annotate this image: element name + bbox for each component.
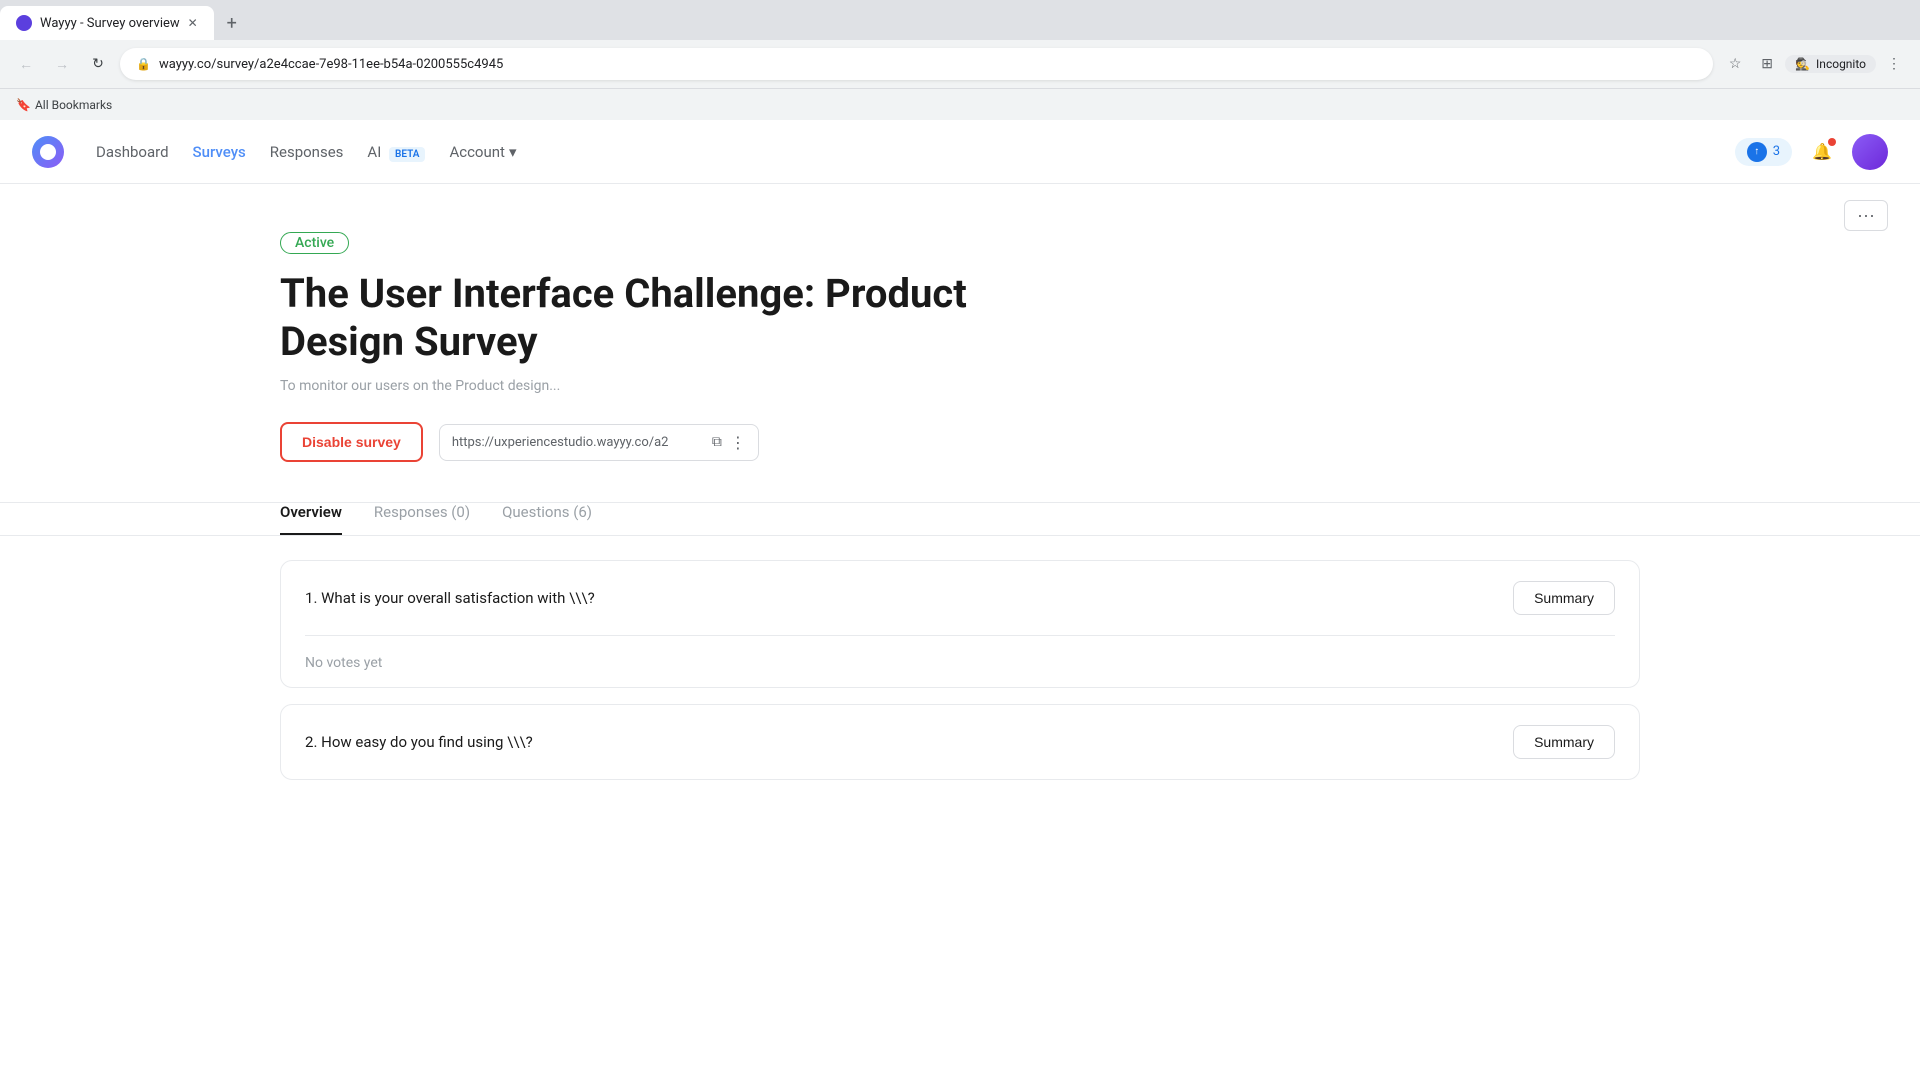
- tab-title: Wayyy - Survey overview: [40, 16, 180, 31]
- back-button[interactable]: ←: [12, 50, 40, 78]
- menu-button[interactable]: ⋮: [1880, 50, 1908, 78]
- survey-description: To monitor our users on the Product desi…: [280, 378, 1640, 394]
- tab-favicon: [16, 15, 32, 31]
- active-tab[interactable]: Wayyy - Survey overview ✕: [0, 6, 214, 40]
- browser-chrome: Wayyy - Survey overview ✕ + ← → ↻ 🔒 wayy…: [0, 0, 1920, 120]
- disable-survey-button[interactable]: Disable survey: [280, 422, 423, 462]
- incognito-icon: 🕵: [1795, 57, 1810, 71]
- bookmarks-label: All Bookmarks: [35, 98, 112, 112]
- forward-button[interactable]: →: [48, 50, 76, 78]
- chevron-down-icon: ▾: [509, 143, 517, 161]
- nav-responses[interactable]: Responses: [270, 139, 344, 165]
- tab-bar: Wayyy - Survey overview ✕ +: [0, 0, 1920, 40]
- no-votes-label-1: No votes yet: [305, 655, 382, 671]
- app-header: Dashboard Surveys Responses AI BETA Acco…: [0, 120, 1920, 184]
- questions-section: 1. What is your overall satisfaction wit…: [0, 536, 1920, 820]
- question-header-2: 2. How easy do you find using \\\? Summa…: [281, 705, 1639, 779]
- status-badge: Active: [280, 232, 349, 254]
- question-card-1: 1. What is your overall satisfaction wit…: [280, 560, 1640, 688]
- nav-account[interactable]: Account ▾: [449, 139, 516, 165]
- update-icon: ↑: [1747, 142, 1767, 162]
- reload-button[interactable]: ↻: [84, 50, 112, 78]
- more-options-button[interactable]: ···: [1844, 200, 1888, 231]
- question-body-1: No votes yet: [281, 636, 1639, 687]
- incognito-badge: 🕵 Incognito: [1785, 55, 1876, 73]
- summary-button-1[interactable]: Summary: [1513, 581, 1615, 615]
- tab-close-button[interactable]: ✕: [188, 16, 198, 30]
- url-text: wayyy.co/survey/a2e4ccae-7e98-11ee-b54a-…: [159, 57, 503, 72]
- tab-responses[interactable]: Responses (0): [374, 503, 470, 535]
- url-more-button[interactable]: ⋮: [730, 433, 746, 452]
- bookmark-button[interactable]: ☆: [1721, 50, 1749, 78]
- question-text-2: 2. How easy do you find using \\\?: [305, 733, 533, 751]
- update-icon-symbol: ↑: [1754, 146, 1759, 157]
- survey-title: The User Interface Challenge: Product De…: [280, 270, 1030, 366]
- new-tab-button[interactable]: +: [218, 9, 246, 37]
- copy-icon[interactable]: ⧉: [712, 434, 722, 450]
- app-nav: Dashboard Surveys Responses AI BETA Acco…: [96, 139, 1703, 165]
- nav-dashboard[interactable]: Dashboard: [96, 139, 169, 165]
- survey-tabs: Overview Responses (0) Questions (6): [280, 503, 1640, 535]
- survey-url-text: https://uxperiencestudio.wayyy.co/a2: [452, 435, 704, 450]
- avatar[interactable]: [1852, 134, 1888, 170]
- update-count: 3: [1773, 144, 1780, 159]
- update-badge[interactable]: ↑ 3: [1735, 138, 1792, 166]
- summary-button-2[interactable]: Summary: [1513, 725, 1615, 759]
- bookmarks-icon: 🔖: [16, 98, 31, 112]
- app-logo[interactable]: [32, 136, 64, 168]
- nav-ai[interactable]: AI BETA: [367, 139, 425, 165]
- tab-overview[interactable]: Overview: [280, 503, 342, 535]
- tab-questions[interactable]: Questions (6): [502, 503, 592, 535]
- survey-actions: Disable survey https://uxperiencestudio.…: [280, 422, 1640, 462]
- header-actions: ↑ 3 🔔: [1735, 134, 1888, 170]
- survey-url-box: https://uxperiencestudio.wayyy.co/a2 ⧉ ⋮: [439, 424, 759, 461]
- nav-surveys[interactable]: Surveys: [193, 139, 246, 165]
- incognito-label: Incognito: [1816, 57, 1866, 71]
- question-text-1: 1. What is your overall satisfaction wit…: [305, 589, 595, 607]
- question-header-1: 1. What is your overall satisfaction wit…: [281, 561, 1639, 635]
- lock-icon: 🔒: [136, 57, 151, 71]
- browser-nav-actions: ☆ ⊞ 🕵 Incognito ⋮: [1721, 50, 1908, 78]
- notification-dot: [1828, 138, 1836, 146]
- question-card-2: 2. How easy do you find using \\\? Summa…: [280, 704, 1640, 780]
- notifications-button[interactable]: 🔔: [1804, 134, 1840, 170]
- reader-button[interactable]: ⊞: [1753, 50, 1781, 78]
- bookmarks-bar: 🔖 All Bookmarks: [0, 88, 1920, 120]
- browser-nav-bar: ← → ↻ 🔒 wayyy.co/survey/a2e4ccae-7e98-11…: [0, 40, 1920, 88]
- address-bar[interactable]: 🔒 wayyy.co/survey/a2e4ccae-7e98-11ee-b54…: [120, 48, 1713, 80]
- logo-dot: [40, 144, 56, 160]
- beta-badge: BETA: [389, 147, 425, 162]
- survey-header: ··· Active The User Interface Challenge:…: [0, 184, 1920, 503]
